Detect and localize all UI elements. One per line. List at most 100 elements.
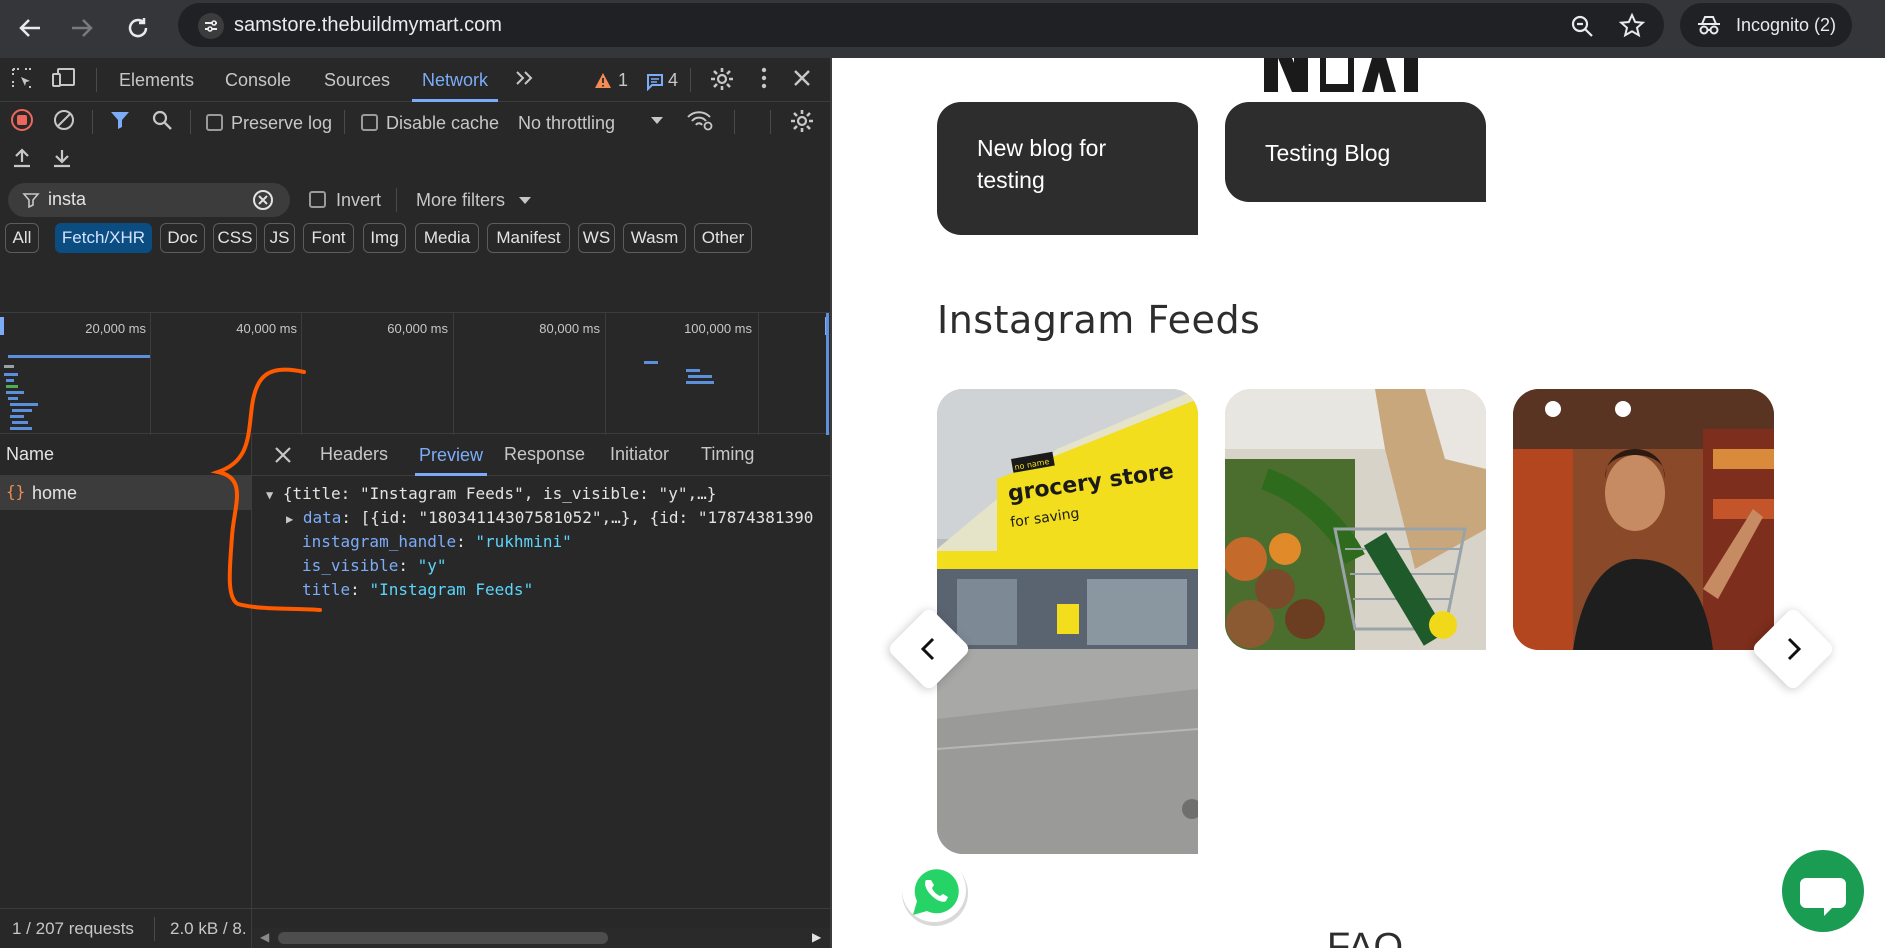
clear-icon[interactable] bbox=[50, 108, 78, 140]
type-filter-font[interactable]: Font bbox=[303, 223, 354, 253]
throttling-dropdown-icon[interactable] bbox=[643, 108, 671, 140]
detail-tab-response[interactable]: Response bbox=[504, 444, 585, 465]
more-filters-button[interactable]: More filters bbox=[416, 188, 505, 212]
tab-console[interactable]: Console bbox=[225, 58, 291, 102]
scrollbar-thumb[interactable] bbox=[278, 932, 608, 944]
type-filter-ws[interactable]: WS bbox=[578, 223, 615, 253]
export-har-icon[interactable] bbox=[48, 146, 76, 178]
instagram-image-woman-in-aisle[interactable] bbox=[1513, 389, 1774, 650]
chevron-left-icon bbox=[899, 619, 959, 679]
preview-visible-value: "y" bbox=[417, 556, 447, 575]
disable-cache-checkbox[interactable] bbox=[361, 114, 378, 131]
devtools-tab-bar: Elements Console Sources Network 1 4 bbox=[0, 58, 830, 102]
scroll-right-icon[interactable]: ▶ bbox=[812, 930, 821, 944]
invert-checkbox[interactable] bbox=[309, 191, 326, 208]
type-filter-other[interactable]: Other bbox=[694, 223, 752, 253]
timeline-handle-left[interactable] bbox=[0, 317, 4, 335]
preview-data-value: [{id: "18034114307581052",…}, {id: "1787… bbox=[360, 508, 814, 527]
type-filter-css[interactable]: CSS bbox=[213, 223, 257, 253]
bookmark-star-icon[interactable] bbox=[1618, 12, 1646, 40]
warning-icon bbox=[595, 73, 611, 88]
timeline-label-80000: 80,000 ms bbox=[539, 321, 600, 336]
instagram-image-vegetables-basket[interactable] bbox=[1225, 389, 1486, 650]
blog-card-1[interactable]: New blog for testing bbox=[937, 102, 1198, 235]
preview-handle-row[interactable]: instagram_handle: "rukhmini" bbox=[302, 532, 572, 551]
scroll-left-icon[interactable]: ◀ bbox=[260, 930, 269, 944]
preserve-log-checkbox[interactable] bbox=[206, 114, 223, 131]
throttling-select[interactable]: No throttling bbox=[518, 111, 615, 135]
chat-bubble-icon bbox=[1800, 878, 1846, 916]
back-icon[interactable] bbox=[10, 8, 50, 48]
type-filter-media[interactable]: Media bbox=[415, 223, 479, 253]
chat-widget-button[interactable] bbox=[1782, 850, 1864, 932]
type-filter-img[interactable]: Img bbox=[363, 223, 406, 253]
timeline-label-20000: 20,000 ms bbox=[85, 321, 146, 336]
tab-network[interactable]: Network bbox=[412, 58, 499, 102]
filter-funnel-icon[interactable] bbox=[106, 108, 134, 140]
type-filter-js[interactable]: JS bbox=[264, 223, 295, 253]
website-viewport: New blog for testing Testing Blog Instag… bbox=[832, 58, 1885, 948]
horizontal-scrollbar[interactable]: ◀ ▶ bbox=[252, 928, 830, 948]
transfer-size: 2.0 kB / 8. bbox=[170, 919, 247, 938]
inspect-element-icon[interactable] bbox=[8, 66, 36, 98]
type-filter-wasm[interactable]: Wasm bbox=[623, 223, 686, 253]
devtools-panel: Elements Console Sources Network 1 4 Pre… bbox=[0, 58, 830, 948]
section-title: Instagram Feeds bbox=[937, 298, 1261, 342]
warnings-count: 1 bbox=[618, 70, 629, 90]
address-bar[interactable]: samstore.thebuildmymart.com bbox=[178, 3, 1664, 47]
requests-count: 1 / 207 requests bbox=[12, 919, 134, 938]
preview-data-row[interactable]: ▶ data: [{id: "18034114307581052",…}, {i… bbox=[286, 508, 813, 527]
type-filter-manifest[interactable]: Manifest bbox=[487, 223, 570, 253]
import-export-row bbox=[0, 142, 830, 178]
carousel-next-button[interactable] bbox=[1750, 606, 1836, 692]
message-icon bbox=[647, 74, 663, 91]
zoom-icon[interactable] bbox=[1568, 12, 1596, 40]
carousel-prev-button[interactable] bbox=[886, 606, 972, 692]
more-filters-dropdown-icon[interactable] bbox=[518, 188, 532, 212]
url-text[interactable]: samstore.thebuildmymart.com bbox=[234, 3, 502, 47]
detail-tab-headers[interactable]: Headers bbox=[320, 444, 388, 465]
forward-icon[interactable] bbox=[62, 8, 102, 48]
request-name: home bbox=[32, 483, 78, 503]
search-icon[interactable] bbox=[148, 108, 176, 140]
whatsapp-icon bbox=[902, 858, 968, 926]
close-devtools-icon[interactable] bbox=[788, 66, 816, 98]
filter-input[interactable]: insta bbox=[8, 183, 290, 217]
detail-tab-bar: Headers Preview Response Initiator Timin… bbox=[252, 434, 830, 476]
more-tabs-chevron-icon[interactable] bbox=[510, 66, 538, 98]
kebab-menu-icon[interactable] bbox=[750, 66, 778, 98]
network-conditions-icon[interactable] bbox=[686, 108, 714, 140]
preview-title-row[interactable]: title: "Instagram Feeds" bbox=[302, 580, 533, 599]
reload-icon[interactable] bbox=[118, 8, 158, 48]
messages-count: 4 bbox=[668, 70, 679, 90]
site-settings-icon[interactable] bbox=[198, 13, 224, 39]
whatsapp-button[interactable] bbox=[897, 853, 973, 929]
import-har-icon[interactable] bbox=[8, 146, 36, 178]
record-stop-icon[interactable] bbox=[8, 108, 36, 140]
instagram-image-grocery-store[interactable]: grocery store for saving no name bbox=[937, 389, 1198, 854]
detail-tab-timing[interactable]: Timing bbox=[701, 444, 754, 465]
device-toolbar-icon[interactable] bbox=[50, 66, 78, 98]
tab-sources[interactable]: Sources bbox=[324, 58, 390, 102]
blog-card-2[interactable]: Testing Blog bbox=[1225, 102, 1486, 202]
network-timeline-overview[interactable]: 20,000 ms 40,000 ms 60,000 ms 80,000 ms … bbox=[0, 312, 830, 435]
filter-icon bbox=[22, 193, 40, 209]
network-toolbar: Preserve log Disable cache No throttling bbox=[0, 102, 830, 142]
faq-heading-partial: FAQ bbox=[1327, 926, 1404, 948]
settings-gear-icon[interactable] bbox=[708, 66, 736, 100]
type-filter-fetch-xhr[interactable]: Fetch/XHR bbox=[55, 223, 152, 253]
type-filter-doc[interactable]: Doc bbox=[160, 223, 205, 253]
timeline-label-100000: 100,000 ms bbox=[684, 321, 752, 336]
incognito-button[interactable]: Incognito (2) bbox=[1680, 3, 1852, 47]
detail-tab-preview[interactable]: Preview bbox=[415, 434, 488, 476]
detail-tab-initiator[interactable]: Initiator bbox=[610, 444, 669, 465]
preview-root-row[interactable]: ▼ {title: "Instagram Feeds", is_visible:… bbox=[266, 484, 716, 503]
tab-elements[interactable]: Elements bbox=[119, 58, 194, 102]
timeline-label-60000: 60,000 ms bbox=[387, 321, 448, 336]
network-settings-gear-icon[interactable] bbox=[788, 108, 816, 142]
preview-summary: {title: "Instagram Feeds", is_visible: "… bbox=[282, 484, 717, 503]
type-filter-all[interactable]: All bbox=[5, 223, 39, 253]
name-header-label: Name bbox=[6, 444, 55, 464]
clear-filter-icon[interactable] bbox=[252, 189, 274, 211]
incognito-icon bbox=[1698, 16, 1720, 35]
